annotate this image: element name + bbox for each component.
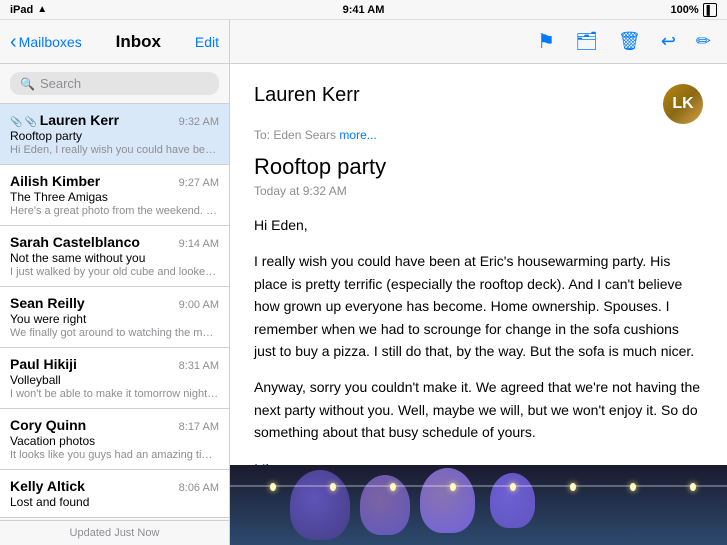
lantern-3: [420, 468, 475, 533]
email-preview-3: We finally got around to watching the mo…: [10, 327, 219, 339]
status-bar: iPad ▲ 9:41 AM 100% ▌: [0, 0, 727, 20]
wifi-icon: ▲: [37, 4, 47, 15]
lights-string: [230, 485, 727, 487]
email-body: Hi Eden, I really wish you could have be…: [254, 214, 703, 465]
email-header: Lauren Kerr LK: [254, 84, 703, 124]
email-preview-2: I just walked by your old cube and looke…: [10, 266, 219, 278]
email-preview-5: It looks like you guys had an amazing ti…: [10, 449, 219, 461]
flag-icon[interactable]: ⚑: [537, 29, 555, 54]
email-subject-1: The Three Amigas: [10, 190, 219, 204]
search-input-wrap[interactable]: 🔍 Search: [10, 72, 219, 95]
edit-button[interactable]: Edit: [195, 34, 219, 50]
status-time: 9:41 AM: [343, 4, 385, 16]
toolbar: ⚑ 🗂 🗑 ↩ ✏: [230, 20, 727, 64]
email-sender: Lauren Kerr: [254, 84, 360, 107]
email-sender-2: Sarah Castelblanco: [10, 234, 140, 250]
compose-icon[interactable]: ✏: [696, 31, 711, 52]
body-sign1: Miss you.: [254, 458, 703, 465]
email-sender-0: 📎 Lauren Kerr: [10, 112, 119, 128]
body-para1: I really wish you could have been at Eri…: [254, 250, 703, 362]
email-list-item[interactable]: Sean Reilly 9:00 AMYou were rightWe final…: [0, 287, 229, 348]
status-right: 100% ▌: [670, 3, 717, 17]
back-button[interactable]: ‹ Mailboxes: [10, 32, 82, 52]
chevron-left-icon: ‹: [10, 32, 17, 52]
lantern-4: [490, 473, 535, 528]
email-time-3: 9:00 AM: [179, 299, 219, 311]
email-list-item[interactable]: Sarah Castelblanco 9:14 AMNot the same wi…: [0, 226, 229, 287]
light-bulb-2: [330, 483, 336, 491]
email-sender-3: Sean Reilly: [10, 295, 85, 311]
battery-icon: ▌: [703, 3, 717, 17]
back-label: Mailboxes: [19, 34, 82, 50]
lantern-1: [290, 470, 350, 540]
folder-icon[interactable]: 🗂: [575, 31, 598, 52]
light-bulb-4: [450, 483, 456, 491]
email-subject-4: Volleyball: [10, 373, 219, 387]
email-time-2: 9:14 AM: [179, 238, 219, 250]
email-list: 📎 Lauren Kerr 9:32 AMRooftop partyHi Eden…: [0, 104, 229, 520]
email-subject-0: Rooftop party: [10, 129, 219, 143]
email-subject-2: Not the same without you: [10, 251, 219, 265]
email-subject-3: You were right: [10, 312, 219, 326]
light-bulb-5: [510, 483, 516, 491]
email-list-item[interactable]: Kelly Altick 8:06 AMLost and found: [0, 470, 229, 518]
right-panel: ⚑ 🗂 🗑 ↩ ✏ Lauren Kerr LK To: Eden Sears …: [230, 20, 727, 545]
light-bulb-1: [270, 483, 276, 491]
light-bulb-8: [690, 483, 696, 491]
email-sender-5: Cory Quinn: [10, 417, 86, 433]
trash-icon[interactable]: 🗑: [618, 31, 641, 52]
email-preview-4: I won't be able to make it tomorrow nigh…: [10, 388, 219, 400]
light-bulb-7: [630, 483, 636, 491]
body-para2: Anyway, sorry you couldn't make it. We a…: [254, 376, 703, 443]
email-subject-5: Vacation photos: [10, 434, 219, 448]
email-preview-0: Hi Eden, I really wish you could have be…: [10, 144, 219, 156]
light-bulb-3: [390, 483, 396, 491]
email-to: To: Eden Sears more...: [254, 128, 703, 142]
reply-icon[interactable]: ↩: [661, 31, 676, 52]
avatar-image: LK: [663, 84, 703, 124]
email-preview-1: Here's a great photo from the weekend. I…: [10, 205, 219, 217]
ipad-label: iPad: [10, 4, 33, 16]
lantern-2: [360, 475, 410, 535]
search-placeholder: Search: [40, 76, 81, 91]
email-subject-6: Lost and found: [10, 495, 219, 509]
email-list-item[interactable]: Paul Hikiji 8:31 AMVolleyballI won't be a…: [0, 348, 229, 409]
left-panel: ‹ Mailboxes Inbox Edit 🔍 Search 📎 Lauren…: [0, 20, 230, 545]
email-list-item[interactable]: Ailish Kimber 9:27 AMThe Three AmigasHere…: [0, 165, 229, 226]
email-subject: Rooftop party: [254, 154, 703, 180]
to-label: To: Eden Sears: [254, 128, 336, 142]
email-list-item[interactable]: 📎 Lauren Kerr 9:32 AMRooftop partyHi Eden…: [0, 104, 229, 165]
light-bulb-6: [570, 483, 576, 491]
status-left: iPad ▲: [10, 4, 47, 16]
battery-label: 100%: [670, 4, 698, 16]
more-link[interactable]: more...: [339, 128, 376, 142]
email-sender-4: Paul Hikiji: [10, 356, 77, 372]
email-date: Today at 9:32 AM: [254, 184, 703, 198]
updated-bar: Updated Just Now: [0, 520, 229, 545]
search-icon: 🔍: [20, 77, 35, 91]
email-time-5: 8:17 AM: [179, 421, 219, 433]
email-time-4: 8:31 AM: [179, 360, 219, 372]
email-view: Lauren Kerr LK To: Eden Sears more... Ro…: [230, 64, 727, 465]
main-container: ‹ Mailboxes Inbox Edit 🔍 Search 📎 Lauren…: [0, 20, 727, 545]
inbox-title: Inbox: [116, 32, 161, 52]
email-time-1: 9:27 AM: [179, 177, 219, 189]
body-greeting: Hi Eden,: [254, 214, 703, 236]
email-sender-6: Kelly Altick: [10, 478, 85, 494]
photo-strip: [230, 465, 727, 545]
email-sender-1: Ailish Kimber: [10, 173, 100, 189]
email-list-item[interactable]: Cory Quinn 8:17 AMVacation photosIt looks…: [0, 409, 229, 470]
email-time-0: 9:32 AM: [179, 116, 219, 128]
avatar: LK: [663, 84, 703, 124]
search-bar: 🔍 Search: [0, 64, 229, 104]
nav-bar: ‹ Mailboxes Inbox Edit: [0, 20, 229, 64]
email-time-6: 8:06 AM: [179, 482, 219, 494]
